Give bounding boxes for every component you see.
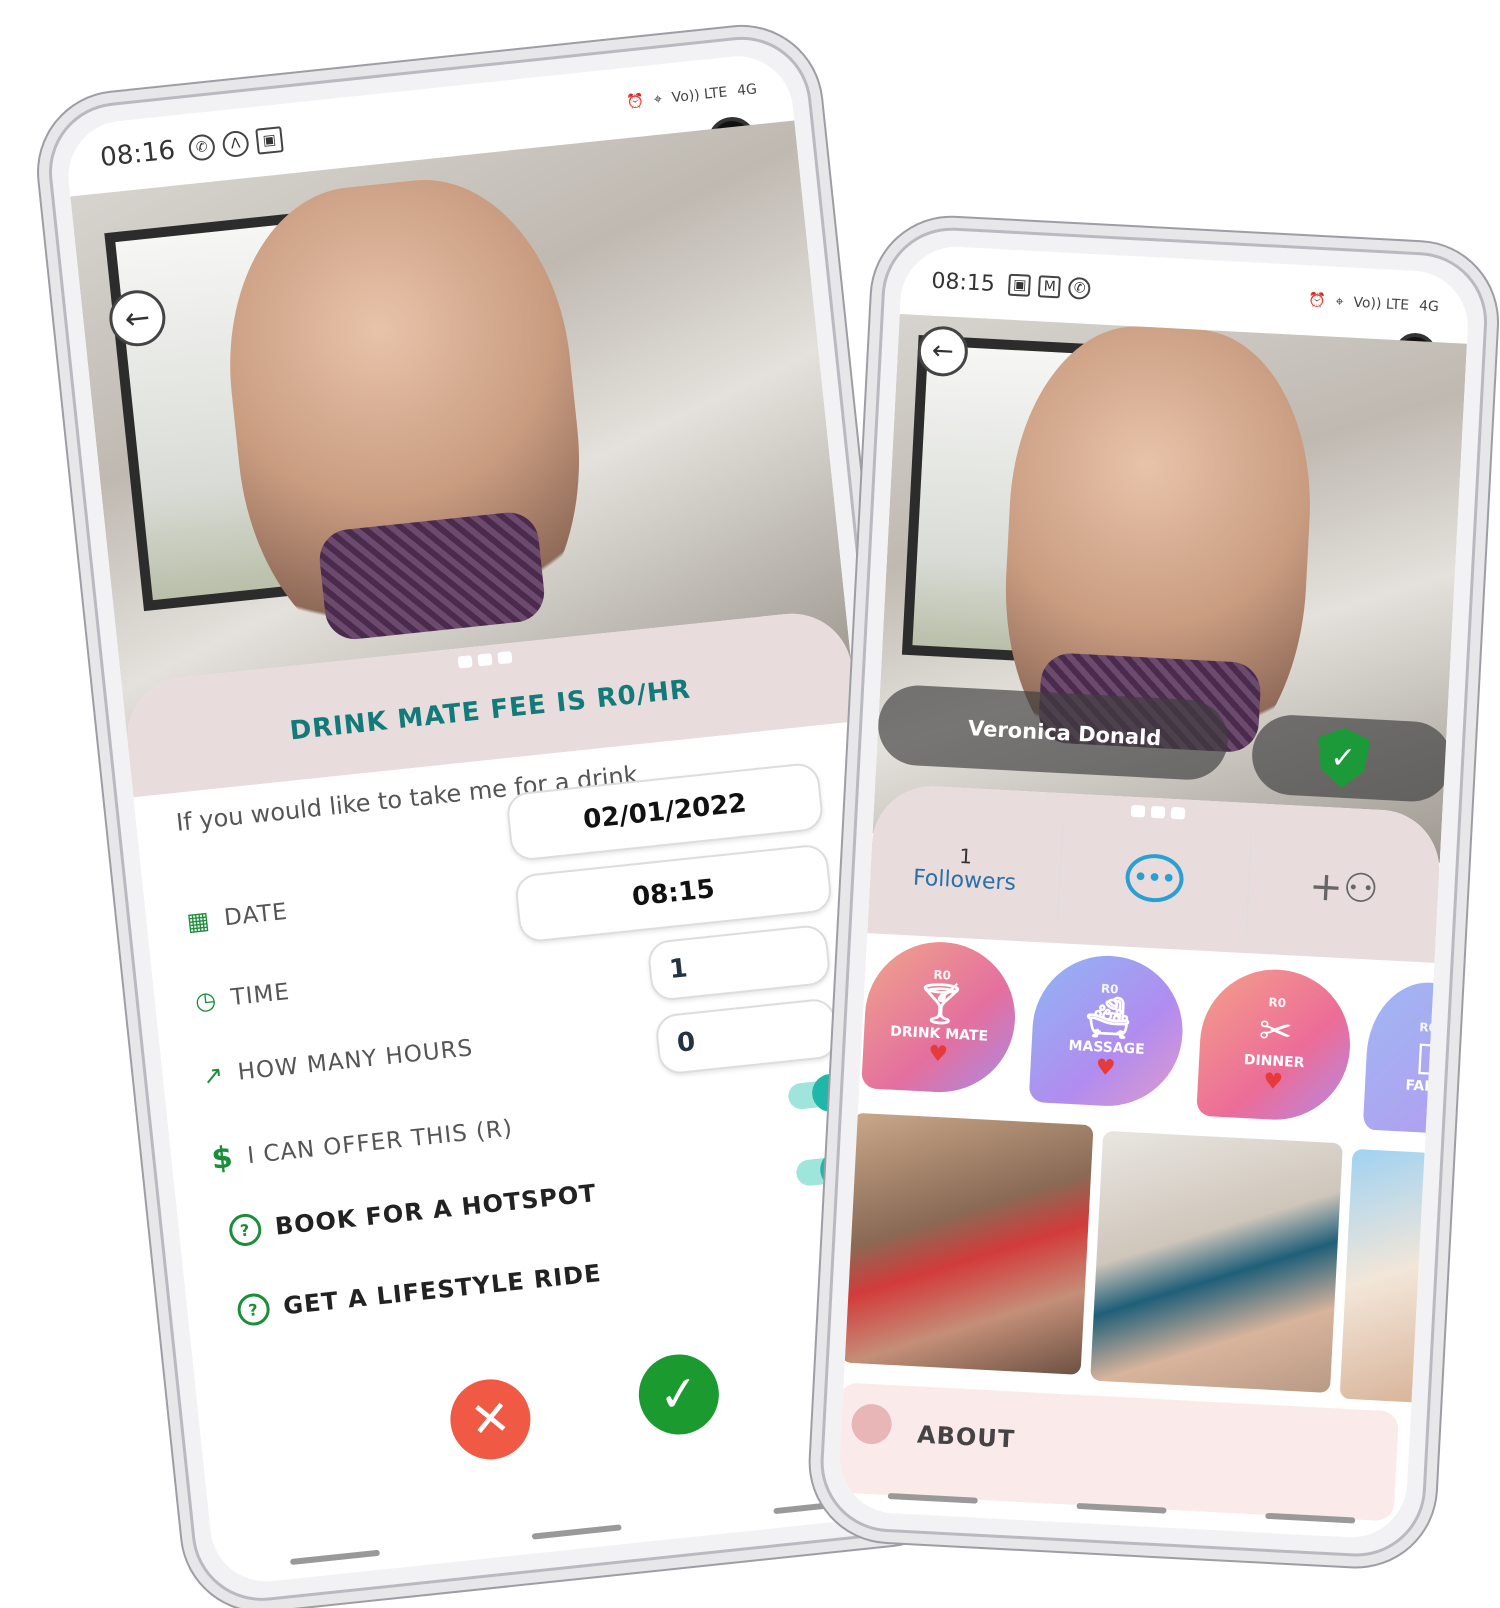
status-time: 08:15 — [930, 268, 996, 297]
left-screen: 08:16 ✆ Λ ▣ ⏰ ⌖ Vo)) LTE 4G ← DRINK MATE… — [62, 50, 941, 1587]
service-drink-mate[interactable]: R0 🍸︎ DRINK MATE ♥ — [861, 938, 1019, 1096]
service-label: MASSAGE — [1068, 1037, 1146, 1058]
alarm-icon: ⏰ — [625, 93, 645, 111]
service-price: R0 — [1100, 980, 1119, 996]
cutlery-icon: ✂︎ — [1257, 1007, 1294, 1056]
date-label: DATE — [222, 898, 290, 932]
network-4g: 4G — [736, 81, 758, 100]
followers-label: Followers — [912, 865, 1017, 896]
gallery-thumb-3[interactable] — [1339, 1148, 1433, 1403]
arrow-left-icon: ← — [931, 335, 955, 367]
status-right: ⏰ ⌖ Vo)) LTE 4G — [1308, 292, 1439, 315]
service-fake[interactable]: R0 ▯ FAKE — [1362, 979, 1471, 1136]
hours-field[interactable]: 1 — [646, 923, 832, 1003]
service-massage[interactable]: R0 🛁︎ MASSAGE ♥ — [1028, 952, 1187, 1110]
date-row: ▦ DATE — [185, 898, 289, 936]
offer-field[interactable]: 0 — [654, 997, 840, 1076]
offer-label: I CAN OFFER THIS (R) — [246, 1114, 515, 1169]
network-4g: 4G — [1418, 298, 1440, 316]
ride-option[interactable]: ? GET A LIFESTYLE RIDE — [236, 1257, 603, 1328]
heart-icon: ♥ — [1095, 1054, 1117, 1081]
gallery-icon: ▣ — [1008, 273, 1032, 297]
service-price: R0 — [1268, 994, 1287, 1010]
about-label: ABOUT — [916, 1420, 1016, 1454]
avatar — [850, 1403, 893, 1446]
gallery-thumb-2[interactable] — [1090, 1130, 1343, 1394]
confirm-button[interactable]: ✓ — [634, 1350, 723, 1439]
follow-stat[interactable]: +⚇ — [1247, 833, 1441, 943]
followers-count: 1 — [958, 843, 973, 869]
service-price: R0 — [1418, 1020, 1438, 1036]
service-label: DINNER — [1243, 1051, 1305, 1071]
photo-lace — [316, 509, 548, 643]
chat-icon: ••• — [1124, 852, 1185, 904]
left-phone: 08:16 ✆ Λ ▣ ⏰ ⌖ Vo)) LTE 4G ← DRINK MATE… — [42, 29, 962, 1608]
booking-sheet: DRINK MATE FEE IS R0/HR If you would lik… — [121, 607, 941, 1587]
location-icon: ⌖ — [653, 91, 663, 108]
gmail-icon: M — [1038, 275, 1062, 299]
network-lte: Vo)) LTE — [671, 84, 729, 107]
bathtub-icon: 🛁︎ — [1081, 993, 1135, 1042]
whatsapp-icon: ✆ — [187, 133, 217, 162]
heart-icon: ♥ — [1262, 1068, 1284, 1095]
decline-button[interactable]: ✕ — [446, 1375, 535, 1464]
status-time: 08:16 — [98, 135, 177, 174]
service-dinner[interactable]: R0 ✂︎ DINNER ♥ — [1196, 965, 1354, 1124]
arrow-left-icon: ← — [123, 299, 152, 337]
hours-row: ↗ HOW MANY HOURS — [202, 1034, 475, 1090]
dollar-icon: $ — [209, 1139, 236, 1177]
close-icon: ✕ — [467, 1389, 514, 1450]
profile-name: Veronica Donald — [967, 716, 1162, 751]
trend-up-icon: ↗ — [201, 1060, 226, 1091]
ride-label: GET A LIFESTYLE RIDE — [282, 1259, 603, 1321]
time-row: ◷ TIME — [194, 978, 292, 1016]
status-right: ⏰ ⌖ Vo)) LTE 4G — [626, 81, 758, 111]
a-icon: Λ — [221, 129, 250, 159]
fake-icon: ▯ — [1414, 1033, 1439, 1081]
heart-icon: ♥ — [927, 1041, 949, 1068]
network-lte: Vo)) LTE — [1353, 294, 1410, 314]
location-icon: ⌖ — [1335, 293, 1344, 311]
gallery-thumb-1[interactable] — [840, 1112, 1094, 1375]
hotspot-option[interactable]: ? BOOK FOR A HOTSPOT — [227, 1177, 598, 1248]
hotspot-label: BOOK FOR A HOTSPOT — [273, 1179, 598, 1241]
right-phone: 08:15 ▣ M ✆ ⏰ ⌖ Vo)) LTE 4G ← Veronica D… — [817, 224, 1491, 1561]
service-price: R0 — [933, 967, 952, 983]
gallery-icon: ▣ — [255, 126, 284, 155]
offer-row: $ I CAN OFFER THIS (R) — [210, 1111, 515, 1177]
alarm-icon: ⏰ — [1307, 292, 1327, 310]
followers-stat[interactable]: 1 Followers — [868, 813, 1063, 924]
time-label: TIME — [229, 979, 292, 1012]
add-user-icon: +⚇ — [1308, 863, 1380, 913]
profile-sheet: 1 Followers ••• +⚇ R0 🍸︎ DRINK MATE ♥ R0… — [837, 783, 1471, 1541]
hours-label: HOW MANY HOURS — [236, 1035, 475, 1086]
calendar-icon: ▦ — [185, 905, 212, 937]
right-screen: 08:15 ▣ M ✆ ⏰ ⌖ Vo)) LTE 4G ← Veronica D… — [837, 244, 1471, 1541]
message-stat[interactable]: ••• — [1057, 823, 1253, 934]
question-icon: ? — [227, 1212, 263, 1248]
whatsapp-icon: ✆ — [1068, 276, 1092, 300]
check-icon: ✓ — [655, 1364, 702, 1425]
cocktail-icon: 🍸︎ — [914, 979, 968, 1028]
service-label: FAKE — [1405, 1077, 1446, 1096]
clock-icon: ◷ — [193, 985, 219, 1016]
question-icon: ? — [236, 1291, 272, 1328]
